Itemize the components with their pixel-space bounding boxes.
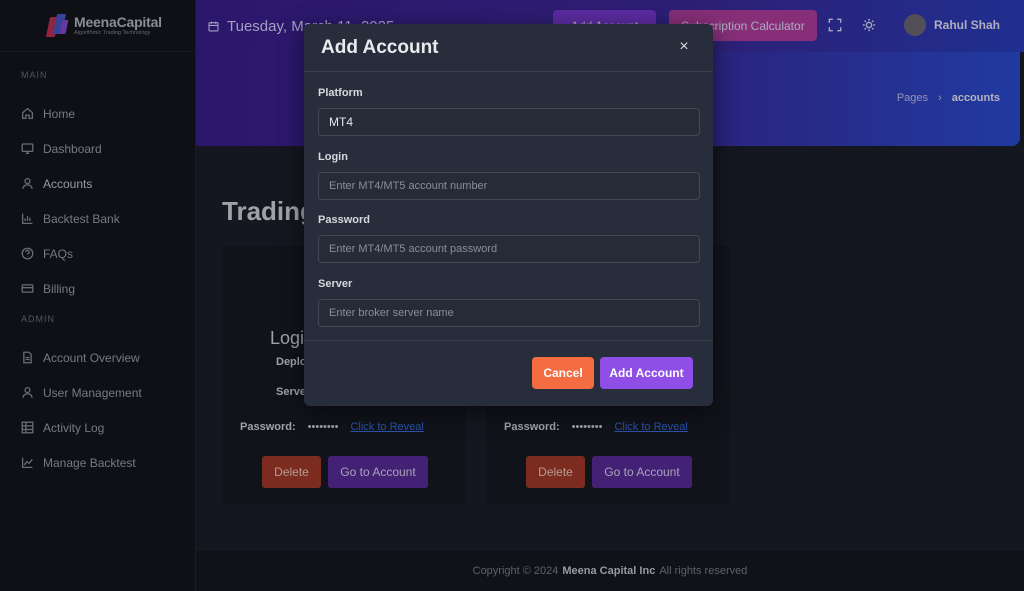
- close-icon[interactable]: ×: [677, 39, 691, 55]
- server-label: Server: [318, 278, 353, 290]
- add-account-submit-button[interactable]: Add Account: [600, 357, 693, 389]
- add-account-modal: Add Account × Platform MT4 Login Enter M…: [304, 24, 713, 406]
- platform-select[interactable]: MT4: [318, 108, 700, 136]
- platform-label: Platform: [318, 87, 363, 99]
- modal-title: Add Account: [321, 36, 439, 58]
- password-input[interactable]: Enter MT4/MT5 account password: [318, 235, 700, 263]
- modal-footer-divider: [304, 340, 713, 341]
- server-input[interactable]: Enter broker server name: [318, 299, 700, 327]
- login-label: Login: [318, 151, 348, 163]
- cancel-button[interactable]: Cancel: [532, 357, 594, 389]
- login-input[interactable]: Enter MT4/MT5 account number: [318, 172, 700, 200]
- password-field-label: Password: [318, 214, 370, 226]
